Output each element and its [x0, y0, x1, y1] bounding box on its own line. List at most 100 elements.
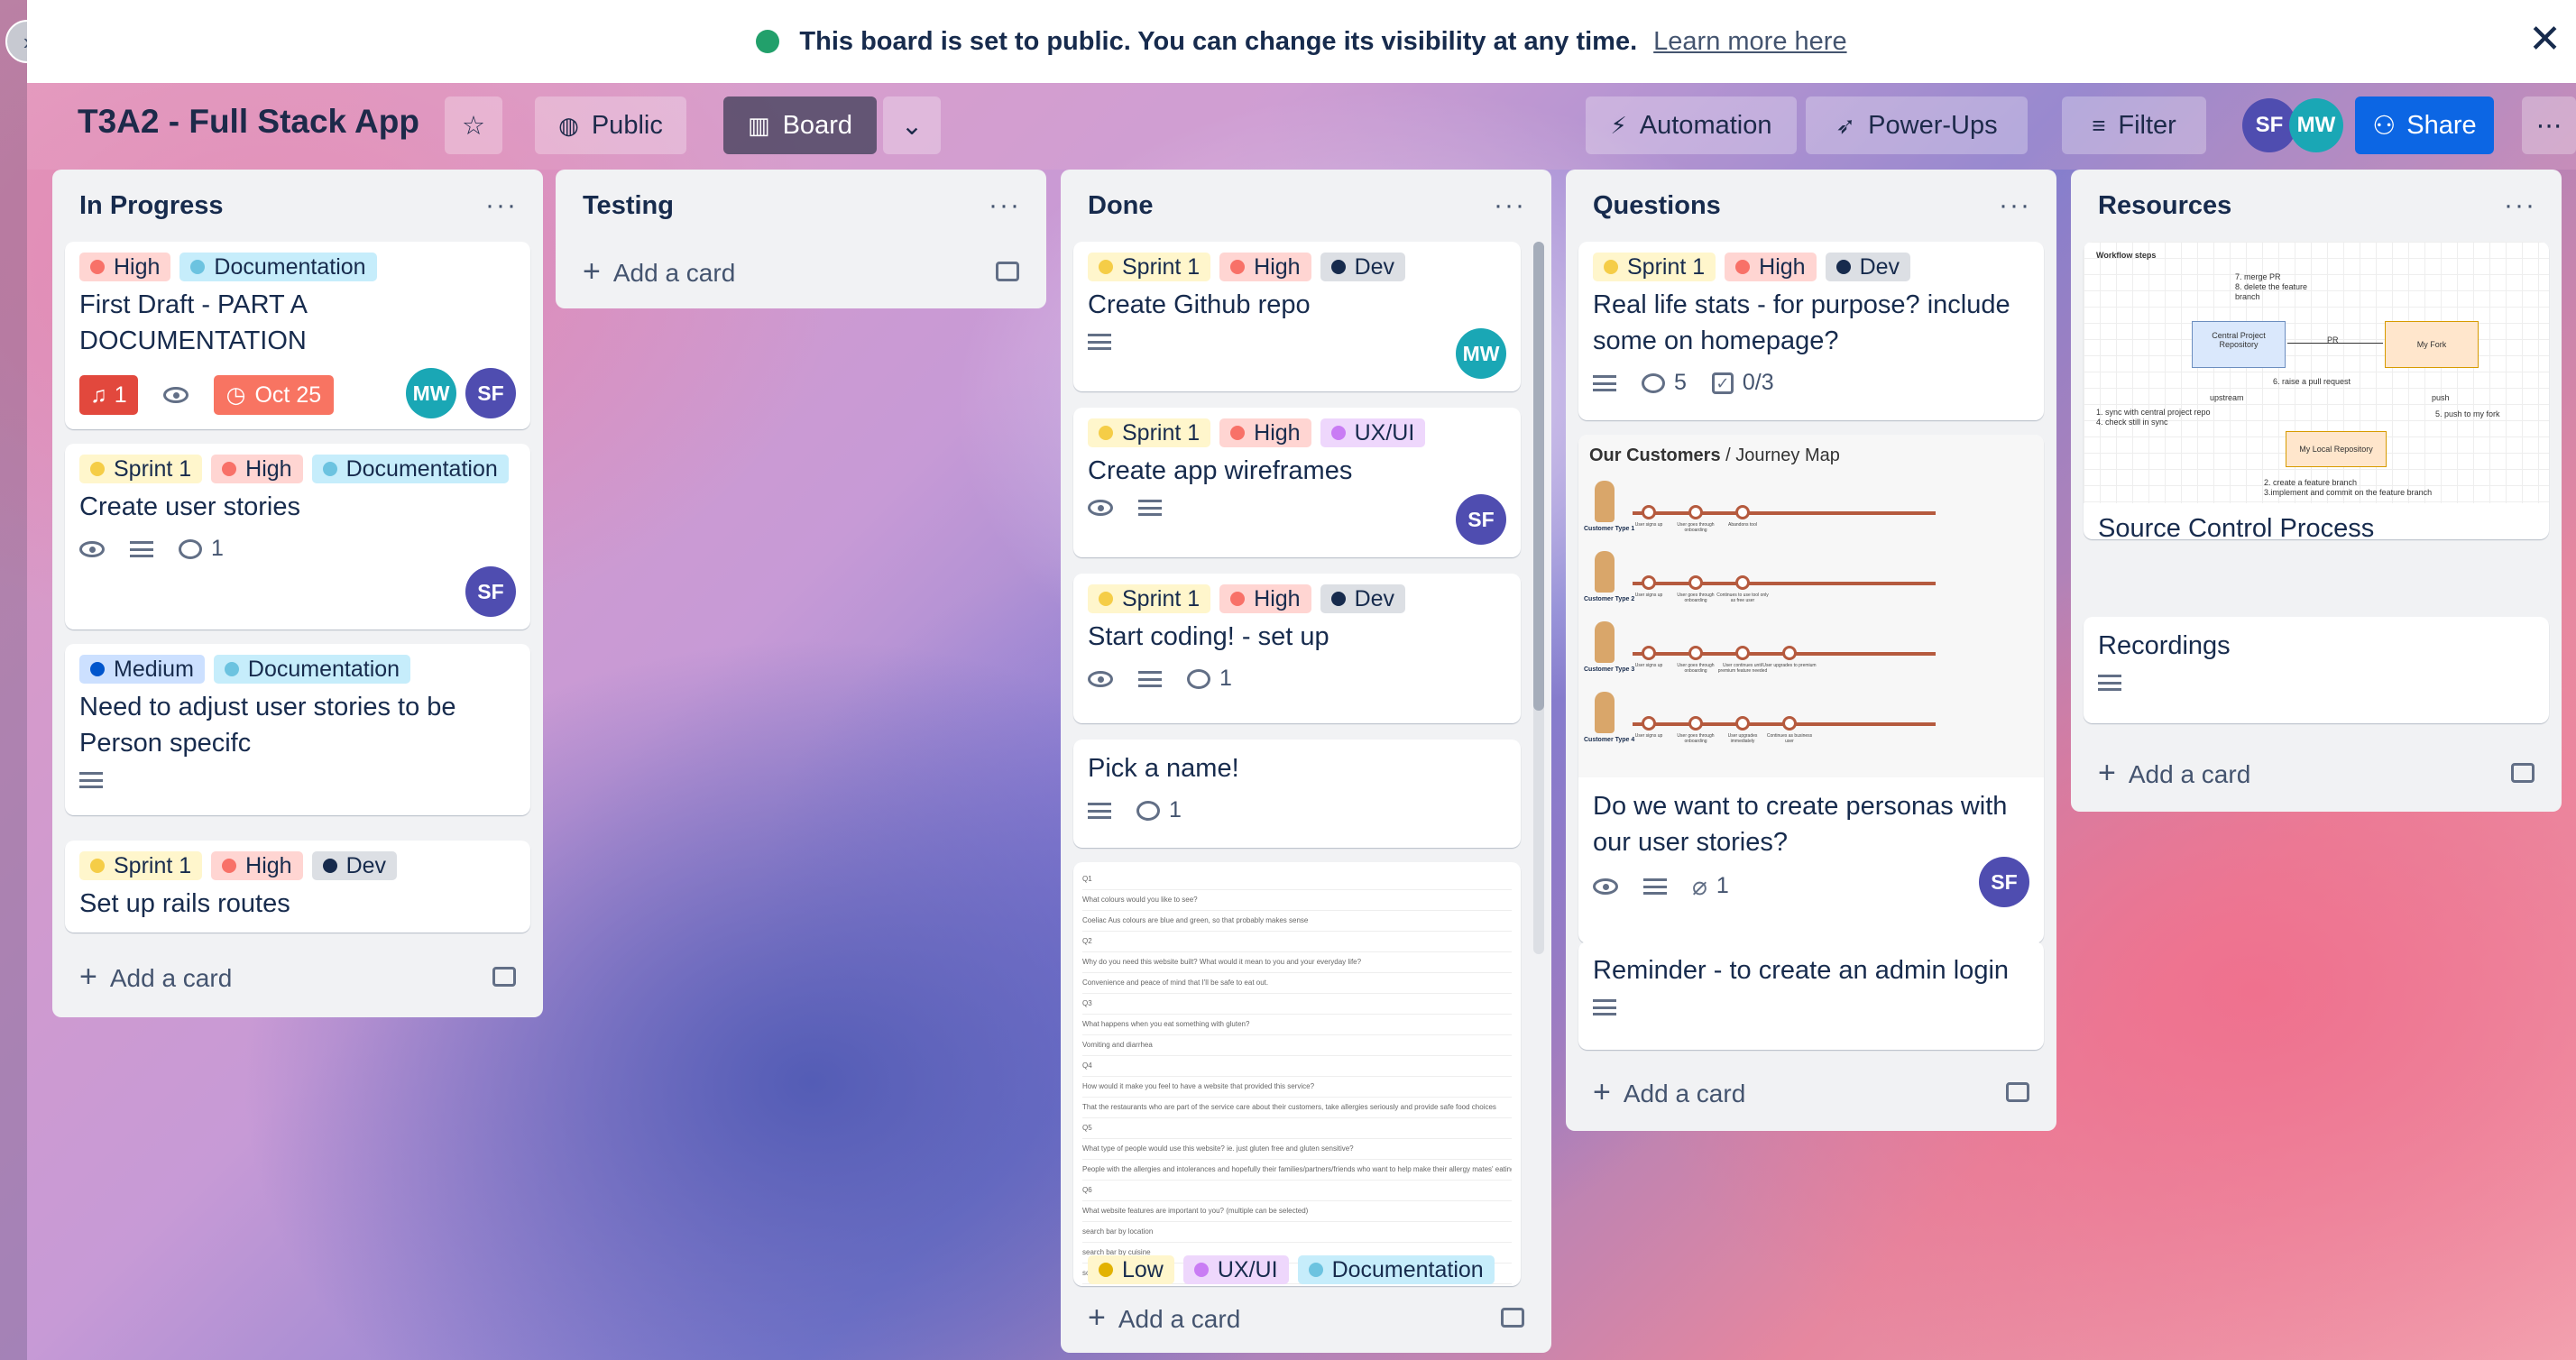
- list-menu-icon[interactable]: ···: [2504, 190, 2536, 221]
- board-view-button[interactable]: ▥ Board: [723, 96, 877, 154]
- template-icon[interactable]: [2511, 763, 2535, 783]
- board-menu-button[interactable]: ⋯: [2522, 96, 2576, 154]
- description-icon: [1593, 999, 1616, 1015]
- template-icon[interactable]: [1501, 1308, 1524, 1328]
- list-scrollbar[interactable]: [1533, 242, 1544, 954]
- card[interactable]: Sprint 1 High Dev Create Github repo MW: [1073, 242, 1521, 391]
- document-line: What happens when you eat something with…: [1082, 1015, 1512, 1035]
- comment-icon: [1136, 800, 1160, 821]
- list-title[interactable]: Testing: [583, 191, 674, 221]
- journey-step-dot: [1735, 575, 1750, 590]
- member-avatar[interactable]: SF: [2242, 98, 2296, 152]
- add-card-button[interactable]: + Add a card: [556, 242, 1046, 301]
- watching-icon: [79, 540, 105, 557]
- avatar[interactable]: MW: [1456, 328, 1506, 379]
- card[interactable]: Reminder - to create an admin login: [1578, 942, 2044, 1050]
- comments-badge: 1: [1136, 797, 1182, 823]
- card-title: Need to adjust user stories to be Person…: [79, 693, 456, 758]
- card-title: Recordings: [2098, 631, 2231, 660]
- card-with-cover[interactable]: Workflow steps Central Project Repositor…: [2084, 242, 2549, 539]
- board-view-icon: ▥: [748, 111, 770, 139]
- journey-step-label: Continues to use tool only as free user: [1716, 593, 1769, 603]
- add-card-button[interactable]: + Add a card: [52, 947, 543, 1006]
- list-title[interactable]: Questions: [1593, 191, 1721, 221]
- card-with-cover[interactable]: Q1 What colours would you like to see? Coe…: [1073, 862, 1521, 1286]
- automation-button[interactable]: ⚡ Automation: [1586, 96, 1797, 154]
- card[interactable]: Sprint 1 High Dev Start coding! - set up…: [1073, 574, 1521, 723]
- card[interactable]: Pick a name! 1: [1073, 740, 1521, 848]
- card[interactable]: Recordings: [2084, 617, 2549, 723]
- due-date-badge[interactable]: ◷ Oct 25: [213, 375, 335, 415]
- list-in-progress: In Progress ··· High Documentation First…: [52, 170, 543, 1017]
- avatar[interactable]: SF: [465, 566, 516, 617]
- label-uxui: UX/UI: [1182, 1255, 1289, 1284]
- star-button[interactable]: ☆: [445, 96, 502, 154]
- avatar[interactable]: MW: [406, 368, 456, 418]
- filter-button[interactable]: ≡ Filter: [2062, 96, 2206, 154]
- card-title: Source Control Process: [2098, 514, 2375, 539]
- share-button[interactable]: ⚇ Share: [2355, 96, 2494, 154]
- label-high: High: [211, 851, 303, 880]
- label-medium: Medium: [79, 655, 205, 684]
- person-icon: [1595, 621, 1615, 663]
- label-dev: Dev: [1825, 253, 1911, 281]
- card[interactable]: Sprint 1 High UX/UI Create app wireframe…: [1073, 408, 1521, 557]
- powerups-label: Power-Ups: [1868, 110, 1998, 140]
- person-icon: [1595, 692, 1615, 733]
- avatar[interactable]: SF: [1979, 857, 2029, 907]
- document-line: What colours would you like to see?: [1082, 890, 1512, 911]
- card[interactable]: Sprint 1 High Documentation Create user …: [65, 444, 530, 629]
- journey-step-label: User goes through onboarding: [1677, 593, 1715, 603]
- board-title[interactable]: T3A2 - Full Stack App: [78, 103, 419, 141]
- document-line: That the restaurants who are part of the…: [1082, 1098, 1512, 1118]
- close-icon[interactable]: ✕: [2528, 20, 2562, 60]
- card[interactable]: Medium Documentation Need to adjust user…: [65, 644, 530, 815]
- powerups-button[interactable]: ➶ Power-Ups: [1806, 96, 2028, 154]
- list-questions: Questions ··· Sprint 1 High Dev Real lif…: [1566, 170, 2056, 1131]
- view-switcher-button[interactable]: ⌄: [883, 96, 941, 154]
- visibility-button[interactable]: ◍ Public: [535, 96, 686, 154]
- plus-icon: +: [79, 959, 97, 994]
- comment-icon: [179, 538, 202, 559]
- automation-label: Automation: [1639, 110, 1772, 140]
- document-line: Coeliac Aus colours are blue and green, …: [1082, 911, 1512, 932]
- member-avatar[interactable]: MW: [2289, 98, 2343, 152]
- document-line: Vomiting and diarrhea: [1082, 1035, 1512, 1056]
- journey-step-dot: [1642, 716, 1656, 731]
- add-card-button[interactable]: + Add a card: [2071, 743, 2562, 803]
- document-preview: Q1 What colours would you like to see? Coe…: [1073, 862, 1521, 1286]
- template-icon[interactable]: [2006, 1082, 2029, 1102]
- list-menu-icon[interactable]: ···: [1494, 190, 1526, 221]
- list-title[interactable]: Resources: [2098, 191, 2231, 221]
- card-with-cover[interactable]: Our Customers / Journey Map Customer Typ…: [1578, 435, 2044, 943]
- journey-step-dot: [1688, 575, 1703, 590]
- avatar[interactable]: SF: [465, 368, 516, 418]
- watching-icon: [1088, 670, 1113, 687]
- label-uxui: UX/UI: [1320, 418, 1426, 447]
- add-card-button[interactable]: + Add a card: [1566, 1062, 2056, 1122]
- card[interactable]: Sprint 1 High Dev Set up rails routes: [65, 841, 530, 933]
- document-line: Q5: [1082, 1118, 1512, 1139]
- journey-step-dot: [1642, 575, 1656, 590]
- card[interactable]: Sprint 1 High Dev Real life stats - for …: [1578, 242, 2044, 420]
- label-sprint: Sprint 1: [79, 851, 203, 880]
- avatar[interactable]: SF: [1456, 494, 1506, 545]
- list-title[interactable]: In Progress: [79, 191, 224, 221]
- template-icon[interactable]: [996, 262, 1019, 281]
- list-menu-icon[interactable]: ···: [1999, 190, 2031, 221]
- template-icon[interactable]: [492, 967, 516, 987]
- add-card-button[interactable]: + Add a card: [1061, 1288, 1551, 1347]
- plus-icon: +: [1088, 1300, 1106, 1335]
- list-title[interactable]: Done: [1088, 191, 1154, 221]
- list-menu-icon[interactable]: ···: [485, 190, 518, 221]
- card[interactable]: High Documentation First Draft - PART A …: [65, 242, 530, 429]
- visibility-banner: This board is set to public. You can cha…: [27, 0, 2576, 83]
- learn-more-link[interactable]: Learn more here: [1653, 27, 1846, 57]
- workflow-step-text: 3.implement and commit on the feature br…: [2264, 488, 2433, 497]
- document-line: Convenience and peace of mind that I'll …: [1082, 973, 1512, 994]
- document-line: Q1: [1082, 869, 1512, 890]
- label-documentation: Documentation: [311, 455, 509, 483]
- document-line: Q4: [1082, 1056, 1512, 1077]
- list-menu-icon[interactable]: ···: [989, 190, 1021, 221]
- journey-step-dot: [1735, 646, 1750, 660]
